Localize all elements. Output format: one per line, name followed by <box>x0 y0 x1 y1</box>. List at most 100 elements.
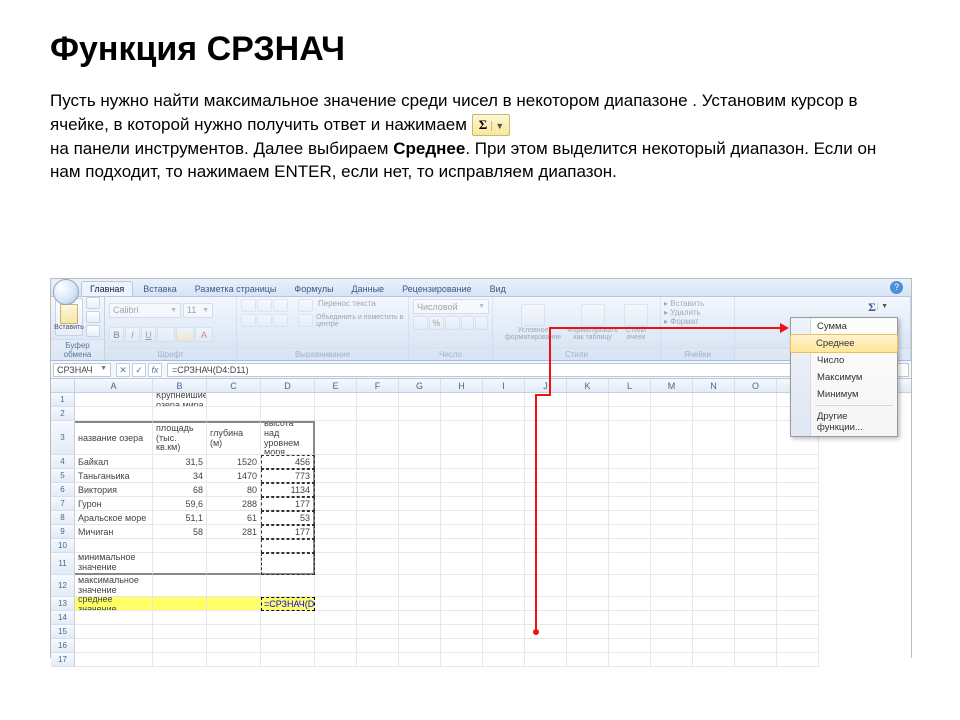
cell-L6[interactable] <box>609 483 651 497</box>
cell-F13[interactable] <box>357 597 399 611</box>
cell-J5[interactable] <box>525 469 567 483</box>
cancel-formula-icon[interactable]: ✕ <box>116 363 130 377</box>
cell-M12[interactable] <box>651 575 693 597</box>
cell-J4[interactable] <box>525 455 567 469</box>
cell-L13[interactable] <box>609 597 651 611</box>
cell-L5[interactable] <box>609 469 651 483</box>
cell-B8[interactable]: 51,1 <box>153 511 207 525</box>
cell-N17[interactable] <box>693 653 735 667</box>
cell-A7[interactable]: Гурон <box>75 497 153 511</box>
cell-N1[interactable] <box>693 393 735 407</box>
cell-F1[interactable] <box>357 393 399 407</box>
tab-home[interactable]: Главная <box>81 281 133 296</box>
percent-button[interactable]: % <box>429 316 444 330</box>
cell-C3[interactable]: глубина (м) <box>207 421 261 455</box>
col-header-C[interactable]: C <box>207 379 261 392</box>
cell-D2[interactable] <box>261 407 315 421</box>
cell-F12[interactable] <box>357 575 399 597</box>
cell-N14[interactable] <box>693 611 735 625</box>
cell-C7[interactable]: 288 <box>207 497 261 511</box>
cell-N12[interactable] <box>693 575 735 597</box>
format-cells-button[interactable]: ▸ Формат <box>664 317 731 326</box>
cell-C9[interactable]: 281 <box>207 525 261 539</box>
cell-O4[interactable] <box>735 455 777 469</box>
font-name-combo[interactable]: Calibri▼ <box>109 303 181 318</box>
col-header-K[interactable]: K <box>567 379 609 392</box>
cell-G2[interactable] <box>399 407 441 421</box>
cell-B5[interactable]: 34 <box>153 469 207 483</box>
cell-M11[interactable] <box>651 553 693 575</box>
cell-B4[interactable]: 31,5 <box>153 455 207 469</box>
cell-K16[interactable] <box>567 639 609 653</box>
autosum-dropdown-icon[interactable]: ▼ <box>877 303 888 310</box>
cell-H5[interactable] <box>441 469 483 483</box>
wrap-text-button[interactable]: Перенос текста <box>314 299 376 312</box>
cell-P13[interactable] <box>777 597 819 611</box>
cell-J2[interactable] <box>525 407 567 421</box>
cell-E15[interactable] <box>315 625 357 639</box>
cell-E11[interactable] <box>315 553 357 575</box>
cell-M3[interactable] <box>651 421 693 455</box>
row-header-9[interactable]: 9 <box>51 525 75 539</box>
cell-N6[interactable] <box>693 483 735 497</box>
cell-A9[interactable]: Мичиган <box>75 525 153 539</box>
cell-C12[interactable] <box>207 575 261 597</box>
cell-D5[interactable]: 773 <box>261 469 315 483</box>
cell-O2[interactable] <box>735 407 777 421</box>
comma-button[interactable] <box>445 316 460 330</box>
cell-E16[interactable] <box>315 639 357 653</box>
cell-E8[interactable] <box>315 511 357 525</box>
fx-icon[interactable]: fx <box>148 363 162 377</box>
cell-C17[interactable] <box>207 653 261 667</box>
cell-E14[interactable] <box>315 611 357 625</box>
cell-B1[interactable]: Крупнейшие озера мира <box>153 393 207 407</box>
cell-G13[interactable] <box>399 597 441 611</box>
cell-C2[interactable] <box>207 407 261 421</box>
cell-J17[interactable] <box>525 653 567 667</box>
cell-A15[interactable] <box>75 625 153 639</box>
tab-page-layout[interactable]: Разметка страницы <box>187 282 285 296</box>
cell-A17[interactable] <box>75 653 153 667</box>
row-header-8[interactable]: 8 <box>51 511 75 525</box>
merge-button[interactable] <box>298 314 313 327</box>
cell-G15[interactable] <box>399 625 441 639</box>
cell-D9[interactable]: 177 <box>261 525 315 539</box>
col-header-M[interactable]: M <box>651 379 693 392</box>
cell-H17[interactable] <box>441 653 483 667</box>
cell-N5[interactable] <box>693 469 735 483</box>
cell-D14[interactable] <box>261 611 315 625</box>
cell-E9[interactable] <box>315 525 357 539</box>
cell-O15[interactable] <box>735 625 777 639</box>
cell-P10[interactable] <box>777 539 819 553</box>
office-button[interactable] <box>53 279 79 305</box>
cell-I10[interactable] <box>483 539 525 553</box>
cell-B3[interactable]: площадь (тыс. кв.км) <box>153 421 207 455</box>
cell-P8[interactable] <box>777 511 819 525</box>
cell-H14[interactable] <box>441 611 483 625</box>
cell-K5[interactable] <box>567 469 609 483</box>
col-header-G[interactable]: G <box>399 379 441 392</box>
cell-M16[interactable] <box>651 639 693 653</box>
cell-J13[interactable] <box>525 597 567 611</box>
cell-G5[interactable] <box>399 469 441 483</box>
cell-I1[interactable] <box>483 393 525 407</box>
cell-H6[interactable] <box>441 483 483 497</box>
cell-B7[interactable]: 59,6 <box>153 497 207 511</box>
cell-J15[interactable] <box>525 625 567 639</box>
cell-H10[interactable] <box>441 539 483 553</box>
row-header-15[interactable]: 15 <box>51 625 75 639</box>
cell-D15[interactable] <box>261 625 315 639</box>
cell-A11[interactable]: минимальное значение <box>75 553 153 575</box>
row-header-10[interactable]: 10 <box>51 539 75 553</box>
cell-L11[interactable] <box>609 553 651 575</box>
cond-format-button[interactable]: Условноеформатирование <box>505 304 561 341</box>
cell-H2[interactable] <box>441 407 483 421</box>
cell-L10[interactable] <box>609 539 651 553</box>
col-header-E[interactable]: E <box>315 379 357 392</box>
cell-E10[interactable] <box>315 539 357 553</box>
cell-O8[interactable] <box>735 511 777 525</box>
row-header-6[interactable]: 6 <box>51 483 75 497</box>
cell-F6[interactable] <box>357 483 399 497</box>
cell-B11[interactable] <box>153 553 207 575</box>
cell-L3[interactable] <box>609 421 651 455</box>
